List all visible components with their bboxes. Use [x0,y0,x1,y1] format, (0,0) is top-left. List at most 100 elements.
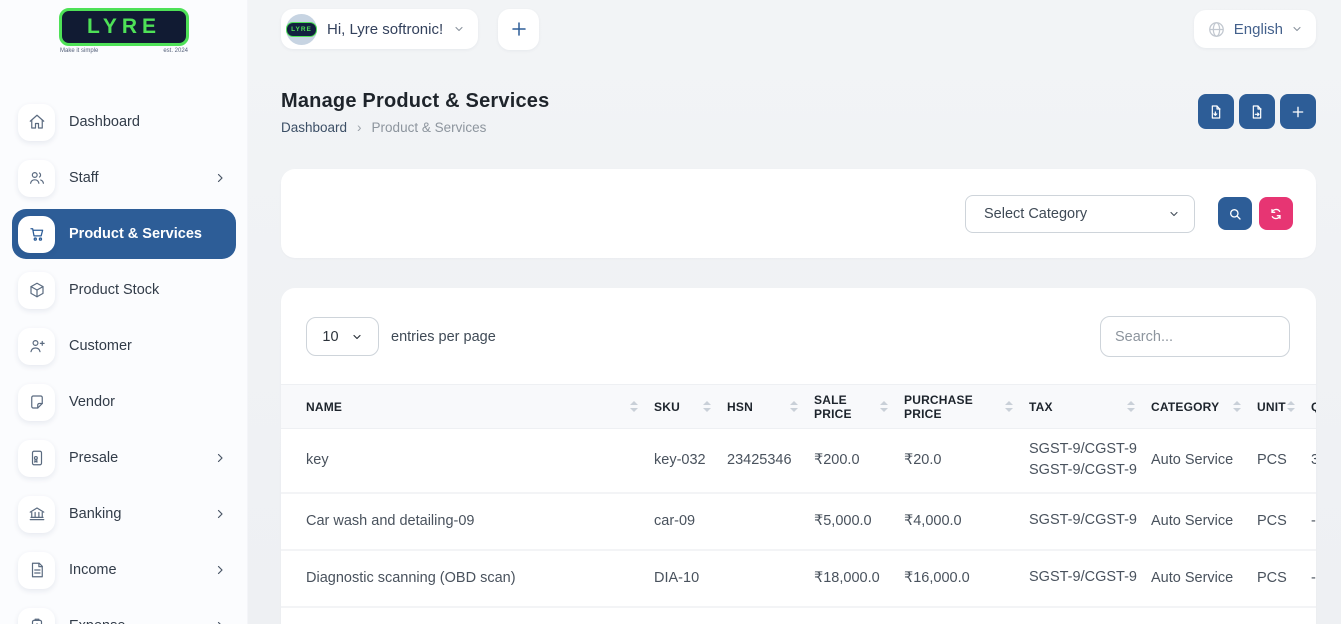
sort-icon [1287,401,1295,412]
column-header-unit[interactable]: UNIT [1257,385,1311,429]
sidebar-item-label: Product Stock [69,282,159,298]
column-label: PURCHASE PRICE [904,393,1005,421]
brand-logo-subtext: Make it simple est. 2024 [59,48,189,54]
sidebar-item-expense[interactable]: Expense [0,601,248,624]
cell-sku: car-09 [654,493,727,550]
tax-line: SGST-9/CGST-9 [1029,460,1143,482]
brand-logo-badge: LYRE [59,8,189,46]
column-header-quantity[interactable]: QUANTITY [1311,385,1316,429]
brand-logo-text: LYRE [87,15,161,39]
chevron-right-icon [214,564,226,576]
chevron-right-icon [214,620,226,624]
cell-category: Auto Service [1151,429,1257,493]
import-button[interactable] [1198,94,1234,129]
category-select[interactable]: Select Category [965,195,1195,233]
column-label: HSN [727,400,753,414]
column-label: UNIT [1257,400,1286,414]
sidebar-item-label: Expense [69,618,125,624]
column-header-hsn[interactable]: HSN [727,385,814,429]
sort-icon [790,401,798,412]
cell-quantity: - [1311,550,1316,607]
column-header-sale-price[interactable]: SALE PRICE [814,385,904,429]
table-row: Car wash and detailing-09 car-09 ₹5,000.… [281,493,1316,550]
tax-line: SGST-9/CGST-9 [1029,567,1143,589]
column-label: SKU [654,400,680,414]
sidebar-item-customer[interactable]: Customer [0,321,248,371]
entries-per-page-label: entries per page [391,329,1100,345]
cell-category: Auto Service [1151,550,1257,607]
sidebar: LYRE Make it simple est. 2024 Dashboard … [0,0,248,624]
table-header-row: NAME SKU HSN SALE PRICE PURCHASE PRICE T… [281,385,1316,429]
brand-logo[interactable]: LYRE Make it simple est. 2024 [59,8,189,54]
sidebar-item-vendor[interactable]: Vendor [0,377,248,427]
chevron-down-icon [453,23,465,35]
cell-name: Diagnostic scanning (OBD scan) [281,550,654,607]
chevron-right-icon [214,452,226,464]
language-selector[interactable]: English [1194,10,1316,48]
sort-icon [880,401,888,412]
cell-sku: key-032 [654,429,727,493]
column-header-tax[interactable]: TAX [1029,385,1151,429]
chevron-down-icon [1168,208,1180,220]
sidebar-item-dashboard[interactable]: Dashboard [0,97,248,147]
sort-icon [630,401,638,412]
column-header-category[interactable]: CATEGORY [1151,385,1257,429]
column-header-sku[interactable]: SKU [654,385,727,429]
sidebar-item-banking[interactable]: Banking [0,489,248,539]
topbar: LYRE Hi, Lyre softronic! English [281,6,1316,52]
page-size-select[interactable]: 10 [306,317,379,356]
column-header-name[interactable]: NAME [281,385,654,429]
tax-line: SGST-9/CGST-9 [1029,510,1143,532]
search-icon [1227,206,1243,222]
cell-quantity: 3 [1311,429,1316,493]
cell-tax: SGST-9/CGST-9 [1029,550,1151,607]
user-greeting: Hi, Lyre softronic! [327,21,443,38]
cell-category: Auto Service [1151,493,1257,550]
sidebar-item-label: Presale [69,450,118,466]
file-badge-icon [18,440,55,477]
cell-unit: PCS [1257,493,1311,550]
cart-icon [18,216,55,253]
sidebar-item-label: Income [69,562,117,578]
globe-icon [1207,20,1226,39]
sidebar-item-presale[interactable]: Presale [0,433,248,483]
filter-reset-button[interactable] [1259,197,1293,230]
plus-icon [1290,104,1306,120]
refresh-icon [1268,206,1284,222]
cell-tax: SGST-9/CGST-9 SGST-9/CGST-9 [1029,429,1151,493]
sidebar-item-label: Staff [69,170,99,186]
column-header-purchase-price[interactable]: PURCHASE PRICE [904,385,1029,429]
cell-name: key [281,429,654,493]
cell-sale-price: ₹200.0 [814,429,904,493]
breadcrumb-separator: › [357,120,362,135]
sidebar-item-staff[interactable]: Staff [0,153,248,203]
export-button[interactable] [1239,94,1275,129]
create-button[interactable] [1280,94,1316,129]
sidebar-item-product-stock[interactable]: Product Stock [0,265,248,315]
chevron-right-icon [214,172,226,184]
sidebar-item-label: Vendor [69,394,115,410]
file-text-icon [18,552,55,589]
table-row: Diagnostic scanning (OBD scan) DIA-10 ₹1… [281,550,1316,607]
table-scroll-area[interactable]: NAME SKU HSN SALE PRICE PURCHASE PRICE T… [281,384,1316,608]
breadcrumb-dashboard-link[interactable]: Dashboard [281,120,347,135]
page-header: Manage Product & Services Dashboard › Pr… [281,90,1316,135]
file-export-icon [1249,104,1265,120]
table-controls: 10 entries per page [281,316,1316,357]
cell-purchase-price: ₹20.0 [904,429,1029,493]
box-icon [18,272,55,309]
filter-search-button[interactable] [1218,197,1252,230]
quick-add-button[interactable] [498,9,539,50]
sort-icon [1005,401,1013,412]
sidebar-item-label: Product & Services [69,226,202,242]
sidebar-item-label: Customer [69,338,132,354]
sidebar-item-income[interactable]: Income [0,545,248,595]
cell-sale-price: ₹5,000.0 [814,493,904,550]
column-label: CATEGORY [1151,400,1219,414]
clipboard-dollar-icon [18,608,55,624]
user-menu[interactable]: LYRE Hi, Lyre softronic! [281,9,478,49]
sidebar-item-product-services[interactable]: Product & Services [12,209,236,259]
products-table-card: 10 entries per page [281,288,1316,624]
cell-purchase-price: ₹4,000.0 [904,493,1029,550]
table-search-input[interactable] [1100,316,1290,357]
